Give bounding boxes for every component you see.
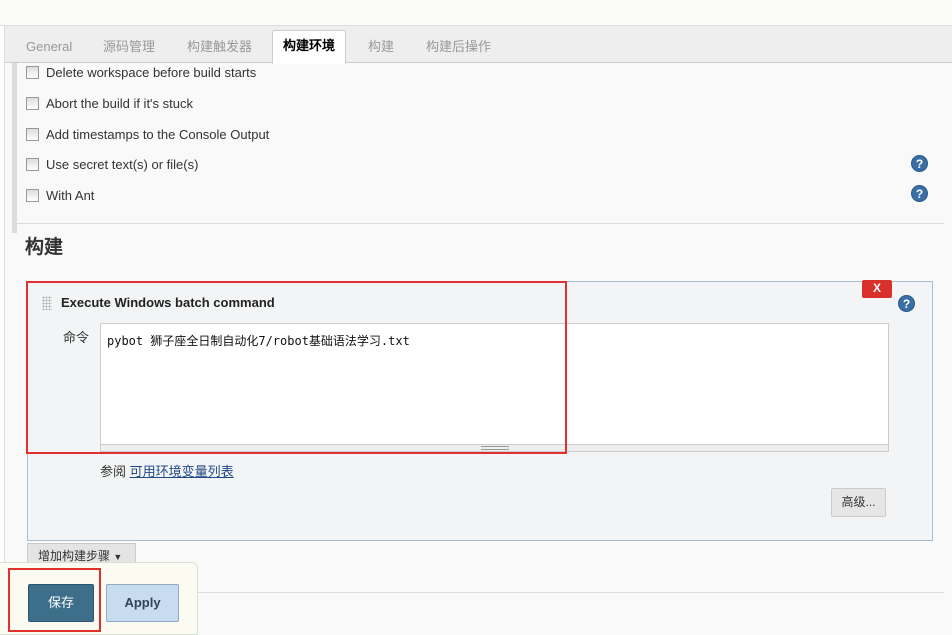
tab-general[interactable]: General: [26, 34, 72, 63]
help-icon[interactable]: ?: [911, 155, 928, 172]
option-timestamps[interactable]: Add timestamps to the Console Output: [26, 125, 269, 143]
option-label: With Ant: [46, 187, 95, 203]
see-prefix: 参阅: [100, 464, 127, 479]
option-abort-stuck[interactable]: Abort the build if it's stuck: [26, 94, 193, 112]
tab-build[interactable]: 构建: [368, 34, 394, 63]
highlight-box: [8, 568, 101, 632]
checkbox[interactable]: [26, 65, 39, 79]
option-with-ant[interactable]: With Ant: [26, 186, 94, 204]
tab-bar: General 源码管理 构建触发器 构建环境 构建 构建后操作: [5, 26, 952, 64]
option-label: Delete workspace before build starts: [46, 64, 257, 80]
advanced-button[interactable]: 高级...: [831, 488, 886, 517]
checkbox[interactable]: [26, 127, 39, 141]
option-label: Add timestamps to the Console Output: [46, 126, 270, 142]
env-vars-link[interactable]: 可用环境变量列表: [130, 464, 234, 479]
see-also: 参阅 可用环境变量列表: [100, 461, 234, 480]
tab-post-build[interactable]: 构建后操作: [426, 34, 491, 63]
checkbox[interactable]: [26, 188, 39, 202]
highlight-box: [26, 281, 567, 454]
option-delete-workspace[interactable]: Delete workspace before build starts: [26, 63, 256, 81]
top-bar: [0, 0, 952, 26]
apply-button[interactable]: Apply: [106, 584, 179, 622]
option-label: Use secret text(s) or file(s): [46, 156, 199, 172]
build-heading: 构建: [25, 237, 64, 258]
option-secret-text[interactable]: Use secret text(s) or file(s): [26, 155, 198, 173]
option-label: Abort the build if it's stuck: [46, 95, 193, 111]
tab-triggers[interactable]: 构建触发器: [187, 34, 252, 63]
add-step-label: 增加构建步骤: [38, 549, 111, 563]
delete-step-button[interactable]: X: [862, 280, 892, 298]
help-icon[interactable]: ?: [898, 295, 915, 312]
tab-scm[interactable]: 源码管理: [103, 34, 155, 63]
section-bar: [12, 63, 17, 233]
checkbox[interactable]: [26, 96, 39, 110]
tab-build-env[interactable]: 构建环境: [272, 30, 347, 64]
help-icon[interactable]: ?: [911, 185, 928, 202]
divider: [13, 223, 944, 224]
dropdown-arrow-icon: ▼: [113, 552, 123, 562]
checkbox[interactable]: [26, 157, 39, 171]
